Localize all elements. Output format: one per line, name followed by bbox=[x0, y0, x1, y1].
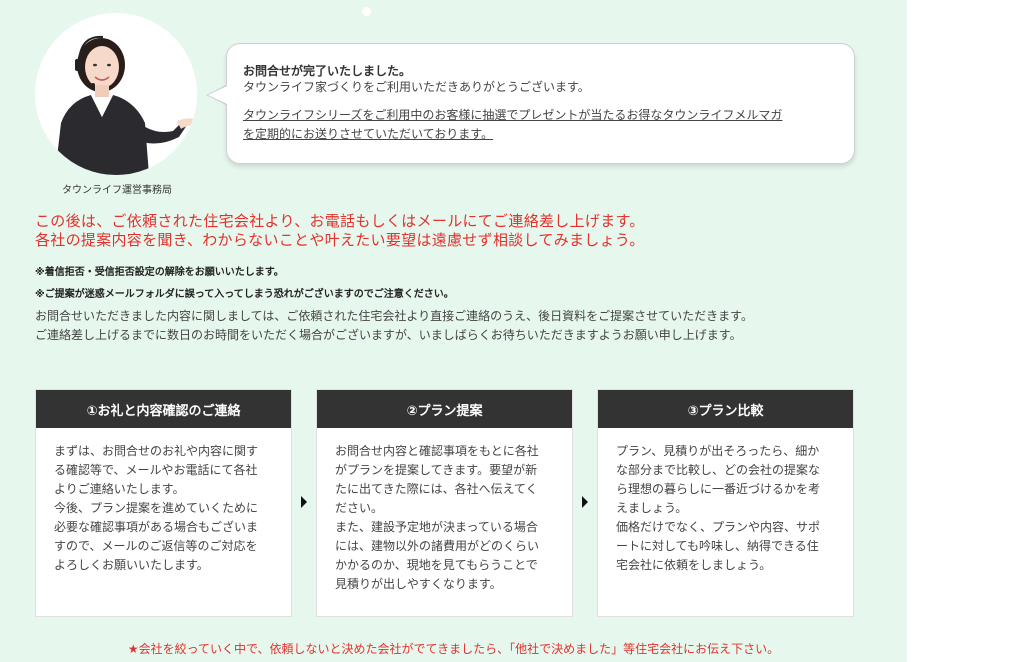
step-line: ートに対しても吟味し、納得できる住 bbox=[616, 539, 819, 553]
step-line: プラン、見積りが出そろったら、細か bbox=[616, 444, 820, 458]
step-line: よりご連絡いたします。 bbox=[54, 482, 185, 496]
step-line: たに出てきた際には、各社へ伝えてく bbox=[335, 482, 538, 496]
step-line: よろしくお願いいたします。 bbox=[54, 558, 209, 572]
step-card-comparison: ③プラン比較 プラン、見積りが出そろったら、細か な部分まで比較し、どの会社の提… bbox=[597, 389, 854, 617]
step-arrow-icon bbox=[582, 496, 588, 508]
step-title: ③プラン比較 bbox=[598, 390, 853, 428]
step-title: ①お礼と内容確認のご連絡 bbox=[36, 390, 291, 428]
operator-avatar bbox=[35, 13, 197, 175]
step-line: 今後、プラン提案を進めていくために bbox=[54, 501, 259, 515]
contact-notice-line1: この後は、ご依頼された住宅会社より、お電話もしくはメールにてご連絡差し上げます。 bbox=[35, 212, 645, 230]
step-description: お問合せ内容と確認事項をもとに各社 がプランを提案してきます。要望が新 たに出て… bbox=[317, 428, 572, 594]
follow-up-line1: お問合せいただきました内容に関しましては、ご依頼された住宅会社より直接ご連絡のう… bbox=[35, 309, 753, 323]
step-card-proposal: ②プラン提案 お問合せ内容と確認事項をもとに各社 がプランを提案してきます。要望… bbox=[316, 389, 573, 617]
mail-magazine-link-line1: タウンライフシリーズをご利用中のお客様に抽選でプレゼントが当たるお得なタウンライ… bbox=[243, 108, 783, 122]
step-line: お問合せ内容と確認事項をもとに各社 bbox=[335, 444, 539, 458]
step-line: また、建設予定地が決まっている場合 bbox=[335, 520, 538, 534]
step-line: な部分まで比較し、どの会社の提案な bbox=[616, 463, 821, 477]
thanks-text: タウンライフ家づくりをご利用いただきありがとうございます。 bbox=[243, 80, 590, 94]
step-line: かかるのか、現地を見てもらうことで bbox=[335, 558, 538, 572]
mail-magazine-link-line2: を定期的にお送りさせていただいております。 bbox=[243, 127, 494, 141]
step-line: がプランを提案してきます。要望が新 bbox=[335, 463, 538, 477]
step-line: まずは、お問合せのお礼や内容に関す bbox=[54, 444, 259, 458]
operator-caption: タウンライフ運営事務局 bbox=[62, 185, 172, 196]
mail-magazine-link[interactable]: タウンライフシリーズをご利用中のお客様に抽選でプレゼントが当たるお得なタウンライ… bbox=[243, 106, 838, 144]
step-line: 価格だけでなく、プランや内容、サポ bbox=[616, 520, 821, 534]
operator-avatar-image bbox=[35, 13, 197, 175]
follow-up-line2: ご連絡差し上げるまでに数日のお時間をいただく場合がございますが、いましばらくお待… bbox=[35, 328, 742, 342]
step-line: には、建物以外の諸費用がどのくらい bbox=[335, 539, 540, 553]
step-card-contact: ①お礼と内容確認のご連絡 まずは、お問合せのお礼や内容に関す る確認等で、メール… bbox=[35, 389, 292, 617]
step-description: まずは、お問合せのお礼や内容に関す る確認等で、メールやお電話にて各社 よりご連… bbox=[36, 428, 291, 575]
step-title: ②プラン提案 bbox=[317, 390, 572, 428]
step-line: 宅会社に依頼をしましょう。 bbox=[616, 558, 772, 572]
completion-panel: タウンライフ運営事務局 お問合せが完了いたしました。 タウンライフ家づくりをご利… bbox=[0, 0, 907, 662]
step-line: ら理想の暮らしに一番近づけるかを考 bbox=[616, 482, 821, 496]
step-line: 見積りが出しやすくなります。 bbox=[335, 577, 502, 591]
step-line: すので、メールのご返信等のご対応を bbox=[54, 539, 258, 553]
step-line: る確認等で、メールやお電話にて各社 bbox=[54, 463, 258, 477]
contact-notice-line2: 各社の提案内容を聞き、わからないことや叶えたい要望は遠慮せず相談してみましょう。 bbox=[35, 231, 645, 249]
spam-folder-note: ※ご提案が迷惑メールフォルダに誤って入ってしまう恐れがございますのでご注意くださ… bbox=[35, 289, 454, 300]
follow-up-text: お問合せいただきました内容に関しましては、ご依頼された住宅会社より直接ご連絡のう… bbox=[35, 307, 753, 345]
bubble-tail bbox=[208, 86, 227, 104]
step-line: えましょう。 bbox=[616, 501, 688, 515]
decline-notice: ★会社を絞っていく中で、依頼しないと決めた会社がでてきましたら、「他社で決めまし… bbox=[127, 642, 780, 656]
completion-title: お問合せが完了いたしました。 bbox=[243, 64, 412, 78]
block-setting-note: ※着信拒否・受信拒否設定の解除をお願いいたします。 bbox=[35, 267, 284, 278]
step-description: プラン、見積りが出そろったら、細か な部分まで比較し、どの会社の提案な ら理想の… bbox=[598, 428, 853, 575]
step-arrow-icon bbox=[301, 496, 307, 508]
message-bubble: お問合せが完了いたしました。 タウンライフ家づくりをご利用いただきありがとうござ… bbox=[226, 43, 855, 164]
step-line: 必要な確認事項がある場合もございま bbox=[54, 520, 259, 534]
contact-notice: この後は、ご依頼された住宅会社より、お電話もしくはメールにてご連絡差し上げます。… bbox=[35, 212, 645, 250]
carousel-dot bbox=[362, 7, 371, 16]
step-line: ださい。 bbox=[335, 501, 384, 515]
